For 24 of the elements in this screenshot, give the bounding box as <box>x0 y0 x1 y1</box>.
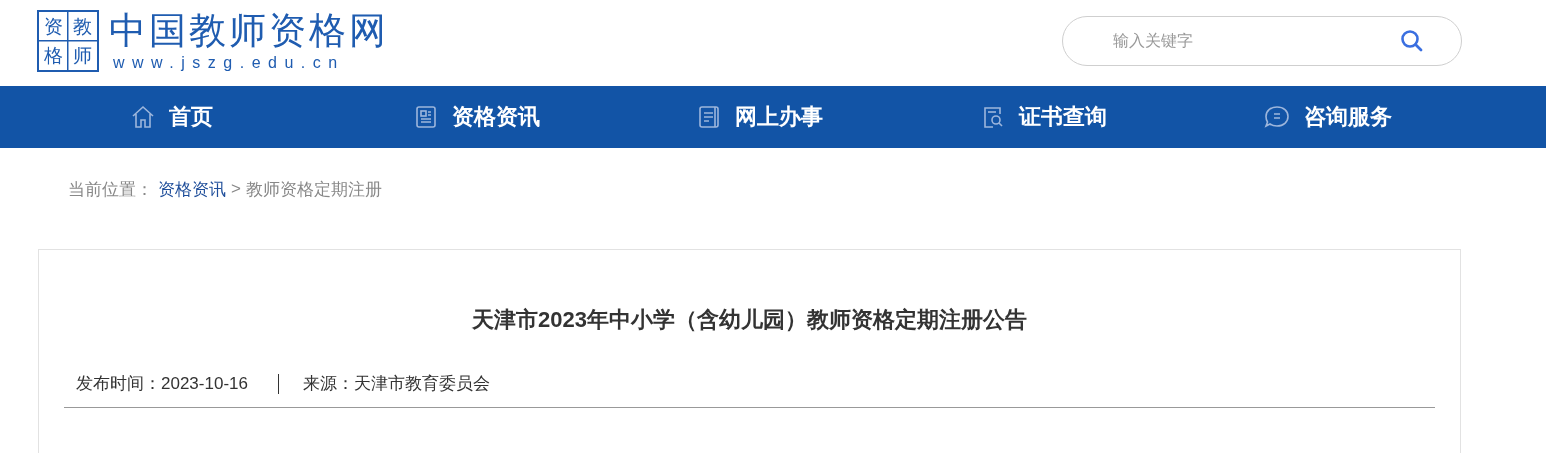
logo-character: 格 <box>43 43 64 68</box>
breadcrumb-link[interactable]: 资格资讯 <box>158 177 226 201</box>
publish-date: 2023-10-16 <box>161 373 248 394</box>
breadcrumb-label: 当前位置： <box>68 178 153 201</box>
nav-item[interactable]: 网上办事 <box>696 102 980 132</box>
nav-item[interactable]: 资格资讯 <box>413 102 697 132</box>
search-icon[interactable] <box>1400 29 1424 53</box>
logo-character: 资 <box>43 14 64 39</box>
site-url: www.jszg.edu.cn <box>112 54 346 72</box>
search-field[interactable]: 输入关键字 <box>1062 16 1462 66</box>
nav-item[interactable]: 首页 <box>130 102 414 132</box>
breadcrumb-current: 教师资格定期注册 <box>245 178 382 201</box>
source-label: 来源： <box>302 373 354 395</box>
logo-character: 教 <box>72 14 93 39</box>
site-title: 中国教师资格网 <box>109 10 389 52</box>
source-name: 天津市教育委员会 <box>353 373 490 395</box>
logo-character: 师 <box>72 43 93 68</box>
breadcrumb-separator: > <box>231 179 241 199</box>
nav-item[interactable]: 咨询服务 <box>1262 102 1546 132</box>
article-title: 天津市2023年中小学（含幼儿园）教师资格定期注册公告 <box>471 306 1028 334</box>
nav-item[interactable]: 证书查询 <box>979 102 1263 132</box>
publish-date-label: 发布时间： <box>76 373 161 395</box>
home-icon <box>130 104 156 130</box>
chat-icon <box>1262 104 1291 130</box>
